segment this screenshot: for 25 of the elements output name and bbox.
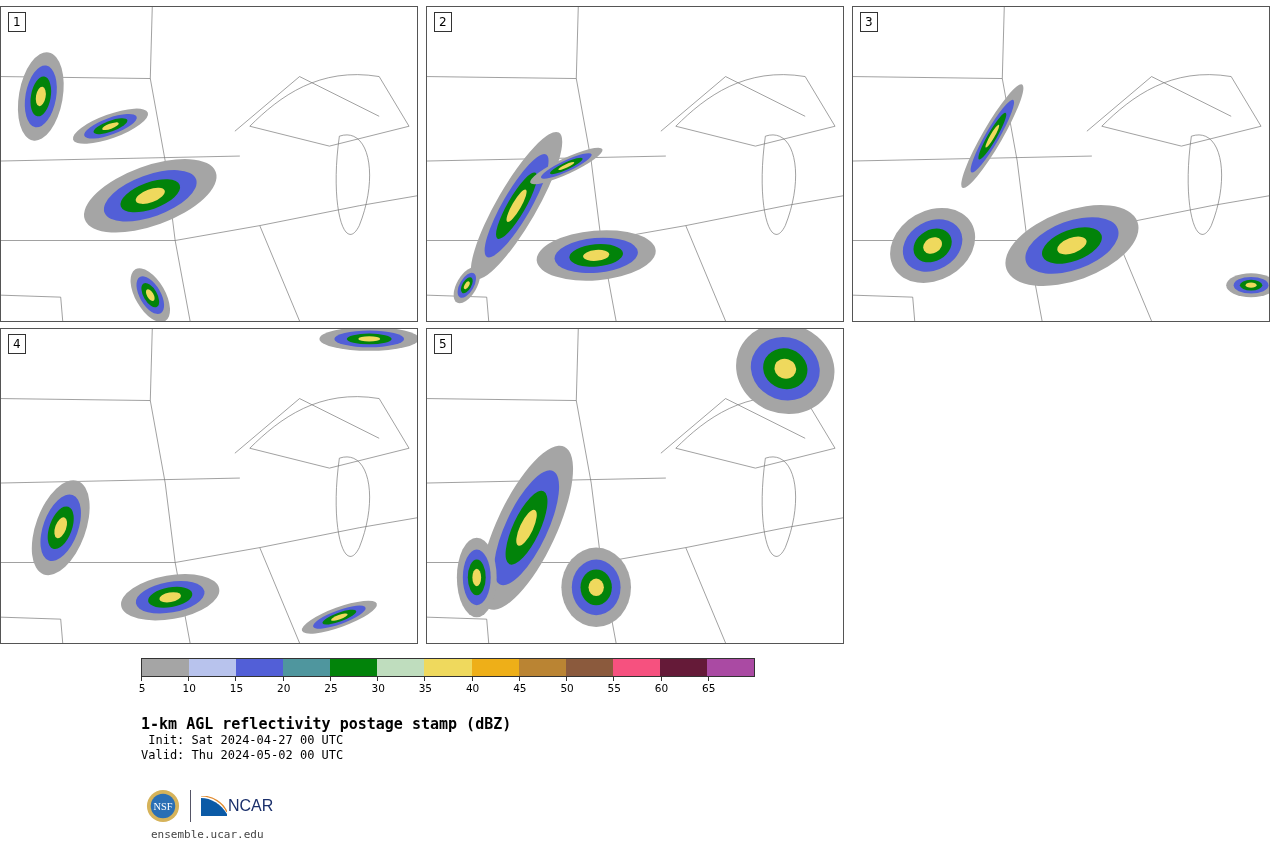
colorbar-tick-label: 35: [418, 682, 433, 694]
nsf-logo: NSF: [146, 789, 180, 823]
ncar-logo-text: NCAR: [228, 797, 274, 815]
colorbar-tick-label: 25: [324, 682, 338, 694]
panel-number-label: 5: [434, 334, 452, 354]
init-time: Init: Sat 2024-04-27 00 UTC: [147, 733, 345, 748]
site-url: ensemble.ucar.edu: [151, 828, 265, 841]
colorbar-tick-label: 30: [371, 682, 385, 694]
colorbar-tick-label: 15: [229, 682, 244, 694]
colorbar-tick-label: 40: [465, 682, 480, 694]
colorbar-tick-label: 50: [560, 682, 574, 694]
colorbar-tick-label: 10: [182, 682, 196, 694]
colorbar-tick-label: 65: [702, 682, 716, 694]
ncar-logo-icon: [201, 796, 227, 816]
colorbar-tick-label: 20: [277, 682, 291, 694]
panel-number-label: 3: [860, 12, 878, 32]
colorbar-tick-label: 45: [513, 682, 527, 694]
panel-number-label: 2: [434, 12, 452, 32]
colorbar-tick-label: 5: [138, 682, 146, 694]
panel-number-label: 4: [8, 334, 26, 354]
panel-number-label: 1: [8, 12, 26, 32]
chart-title: 1-km AGL reflectivity postage stamp (dBZ): [141, 715, 513, 733]
colorbar-tick-label: 60: [654, 682, 669, 694]
valid-time: Valid: Thu 2024-05-02 00 UTC: [141, 748, 345, 763]
colorbar-tick-label: 55: [607, 682, 621, 694]
